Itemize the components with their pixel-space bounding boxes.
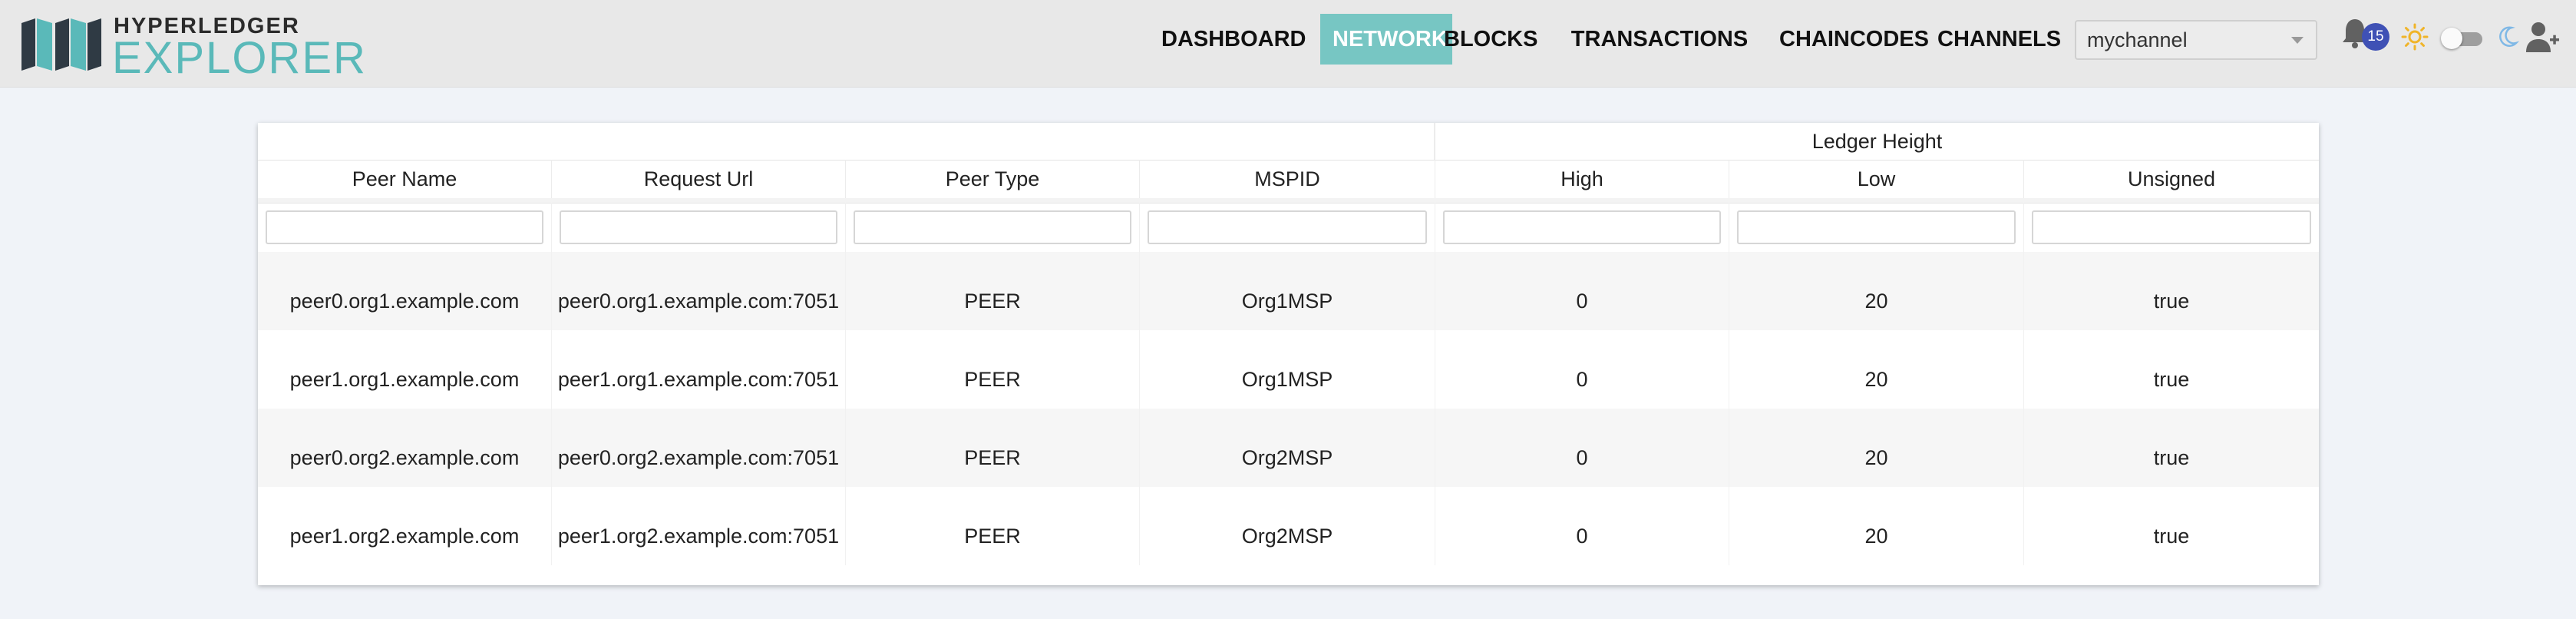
filter-cell [2024,203,2319,252]
filter-input-unsigned[interactable] [2032,210,2311,244]
cell-unsigned: true [2153,368,2190,391]
nav-dashboard[interactable]: DASHBOARD [1161,14,1306,65]
cell-high: 0 [1435,487,1729,565]
filter-cell [1140,203,1435,252]
cell-unsigned: true [2153,290,2190,313]
moon-icon [2499,26,2519,47]
toggle-thumb [2441,28,2462,49]
table-row[interactable]: peer0.org2.example.com peer0.org2.exampl… [258,409,2319,487]
cell-request-url: peer0.org1.example.com:7051 [552,252,846,330]
filter-cell [1729,203,2024,252]
cell-peer-name: peer0.org1.example.com [258,252,552,330]
filter-cell [258,203,552,252]
cell-low: 20 [1729,487,2024,565]
books-logo-icon [21,18,101,71]
cell-low: 20 [1729,330,2024,409]
column-header-high[interactable]: High [1435,160,1729,198]
column-header-peer-name[interactable]: Peer Name [258,160,552,198]
app-header: HYPERLEDGER EXPLORER DASHBOARD NETWORK B… [0,0,2576,88]
logo-text-bottom: EXPLORER [112,33,367,83]
cell-peer-type: PEER [846,252,1140,330]
theme-toggle[interactable] [2441,28,2482,49]
cell-peer-name: peer1.org2.example.com [258,487,552,565]
cell-peer-type: PEER [846,487,1140,565]
cell-low: 20 [1729,252,2024,330]
cell-high: 0 [1435,252,1729,330]
cell-request-url: peer1.org2.example.com:7051 [552,487,846,565]
channel-select-value: mychannel [2087,28,2188,51]
sun-icon [2401,23,2429,51]
filter-input-high[interactable] [1443,210,1721,244]
chevron-down-icon [2291,37,2304,44]
filter-input-mspid[interactable] [1148,210,1427,244]
cell-peer-type: PEER [846,409,1140,487]
cell-unsigned: true [2153,525,2190,548]
cell-mspid: Org1MSP [1140,330,1435,409]
filter-cell [552,203,846,252]
cell-peer-name: peer1.org1.example.com [258,330,552,409]
cell-unsigned: true [2153,446,2190,469]
peers-table: Ledger Height Peer Name Request Url Peer… [258,123,2319,585]
table-group-header-row: Ledger Height [258,123,2319,161]
cell-low: 20 [1729,409,2024,487]
filter-input-peer-name[interactable] [266,210,543,244]
column-header-request-url[interactable]: Request Url [552,160,846,198]
cell-mspid: Org1MSP [1140,252,1435,330]
filter-input-low[interactable] [1737,210,2016,244]
cell-mspid: Org2MSP [1140,409,1435,487]
table-row[interactable]: peer0.org1.example.com peer0.org1.exampl… [258,252,2319,330]
ledger-height-group-header: Ledger Height [1811,130,1943,153]
notification-badge: 15 [2362,23,2389,51]
nav-chaincodes[interactable]: CHAINCODES [1779,14,1929,65]
add-user-icon[interactable] [2525,20,2561,54]
cell-request-url: peer0.org2.example.com:7051 [552,409,846,487]
channel-select[interactable]: mychannel [2075,20,2317,60]
cell-mspid: Org2MSP [1140,487,1435,565]
nav-channels[interactable]: CHANNELS [1937,14,2061,65]
filter-cell [1435,203,1729,252]
nav-blocks[interactable]: BLOCKS [1444,14,1537,65]
table-row[interactable]: peer1.org1.example.com peer1.org1.exampl… [258,330,2319,409]
table-row[interactable]: peer1.org2.example.com peer1.org2.exampl… [258,487,2319,565]
column-header-unsigned[interactable]: Unsigned [2024,160,2319,198]
column-header-mspid[interactable]: MSPID [1140,160,1435,198]
cell-peer-type: PEER [846,330,1140,409]
filter-cell [846,203,1140,252]
column-header-low[interactable]: Low [1729,160,2024,198]
nav-network[interactable]: NETWORK [1320,14,1452,65]
filter-input-peer-type[interactable] [854,210,1131,244]
cell-high: 0 [1435,409,1729,487]
filter-input-request-url[interactable] [560,210,837,244]
cell-high: 0 [1435,330,1729,409]
nav-transactions[interactable]: TRANSACTIONS [1554,14,1765,65]
hyperledger-explorer-logo[interactable]: HYPERLEDGER EXPLORER [21,9,365,83]
cell-peer-name: peer0.org2.example.com [258,409,552,487]
cell-request-url: peer1.org1.example.com:7051 [552,330,846,409]
column-header-peer-type[interactable]: Peer Type [846,160,1140,198]
